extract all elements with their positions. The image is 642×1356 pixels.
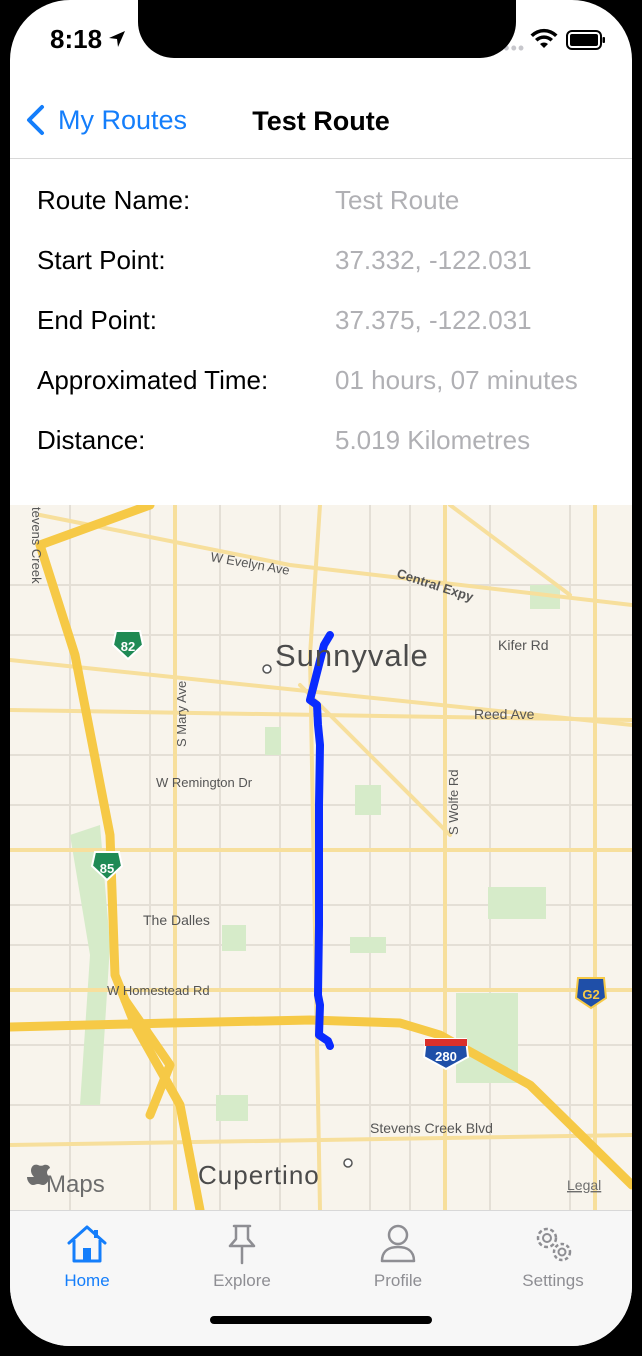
detail-value: Test Route — [335, 185, 460, 215]
detail-label: Distance: — [37, 425, 146, 455]
tab-profile[interactable]: Profile — [338, 1221, 458, 1291]
shield-label: G2 — [582, 987, 599, 1002]
county-g2-shield-icon: G2 — [574, 977, 608, 1010]
gear-icon — [536, 1227, 572, 1262]
location-arrow-icon — [109, 31, 125, 47]
shield-label: 82 — [121, 639, 135, 654]
route-details: Route Name: Test Route Start Point: 37.3… — [10, 160, 632, 505]
detail-value: 37.332, -122.031 — [335, 245, 532, 275]
route-map[interactable]: 82 85 280 G2 Sunnyvale Cupertino W Evely… — [10, 505, 632, 1210]
tab-label: Home — [64, 1271, 110, 1290]
detail-label: Start Point: — [37, 245, 166, 275]
detail-row-end-point: End Point: 37.375, -122.031 — [10, 305, 632, 345]
park — [216, 1095, 248, 1121]
detail-value: 5.019 Kilometres — [335, 425, 531, 455]
park — [265, 727, 281, 755]
tab-settings[interactable]: Settings — [493, 1221, 613, 1291]
street-label: S Mary Ave — [174, 681, 189, 747]
navigation-bar: My Routes Test Route — [10, 88, 632, 159]
street-label: Kifer Rd — [498, 637, 549, 653]
pin-icon — [228, 1224, 256, 1265]
park — [355, 785, 381, 815]
notch — [138, 0, 516, 58]
street-label: Stevens Creek Blvd — [370, 1120, 493, 1136]
tab-label: Explore — [213, 1271, 271, 1290]
wifi-icon — [530, 28, 558, 48]
device-screen: 8:18 •••• My Routes Test Route Route Nam… — [10, 0, 632, 1346]
city-label-cupertino: Cupertino — [198, 1160, 320, 1190]
shield-label: 85 — [100, 861, 114, 876]
street-label: W Homestead Rd — [107, 983, 210, 998]
status-time: 8:18 — [50, 24, 103, 54]
detail-row-approximated-time: Approximated Time: 01 hours, 07 minutes — [10, 365, 632, 405]
street-label: W Evelyn Ave — [209, 549, 290, 578]
tab-explore[interactable]: Explore — [182, 1221, 302, 1291]
detail-value: 01 hours, 07 minutes — [335, 365, 578, 395]
shield-label: 280 — [435, 1049, 457, 1064]
park — [222, 925, 246, 951]
park — [350, 937, 386, 953]
street-label: The Dalles — [143, 912, 210, 928]
park — [488, 887, 546, 919]
street-label: S Wolfe Rd — [446, 769, 461, 835]
tab-home[interactable]: Home — [27, 1221, 147, 1291]
tab-label: Settings — [522, 1271, 584, 1290]
route-82-shield-icon: 82 — [111, 630, 145, 661]
city-center-marker — [262, 664, 272, 674]
legal-link[interactable]: Legal — [567, 1177, 601, 1193]
battery-icon — [566, 30, 605, 50]
home-indicator[interactable] — [210, 1316, 432, 1324]
person-icon — [380, 1224, 416, 1263]
tab-label: Profile — [373, 1271, 423, 1290]
maps-wordmark: Maps — [46, 1171, 105, 1198]
highway-ramp — [120, 995, 175, 1120]
map-canvas[interactable]: 82 85 280 G2 Sunnyvale Cupertino W Evely… — [10, 505, 632, 1210]
street-label: W Remington Dr — [156, 775, 253, 790]
detail-label: End Point: — [37, 305, 157, 335]
detail-label: Approximated Time: — [37, 365, 269, 395]
road — [448, 505, 572, 597]
page-title-text: Test Route — [252, 106, 390, 136]
tab-bar: Home Explore Profile Settings — [10, 1210, 632, 1346]
detail-value: 37.375, -122.031 — [335, 305, 532, 335]
street-label: tevens Creek — [29, 507, 44, 584]
detail-row-distance: Distance: 5.019 Kilometres — [10, 425, 632, 465]
detail-label: Route Name: — [37, 185, 191, 215]
maps-attribution: Maps — [27, 1164, 105, 1198]
city-label-sunnyvale: Sunnyvale — [275, 638, 429, 673]
street-label: Reed Ave — [474, 706, 535, 722]
road — [10, 1133, 632, 1147]
detail-row-route-name: Route Name: Test Route — [10, 185, 632, 225]
house-icon — [67, 1225, 107, 1263]
page-title: Test Route — [10, 106, 632, 137]
detail-row-start-point: Start Point: 37.332, -122.031 — [10, 245, 632, 285]
city-center-marker — [343, 1158, 353, 1168]
